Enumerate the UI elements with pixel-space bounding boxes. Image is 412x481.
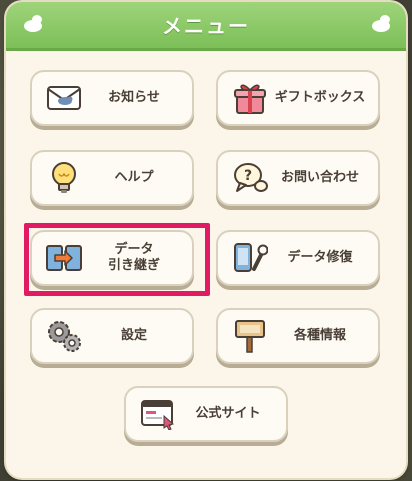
contact-button[interactable]: ? お問い合わせ bbox=[216, 150, 380, 206]
news-button[interactable]: お知らせ bbox=[30, 70, 194, 126]
info-label: 各種情報 bbox=[293, 328, 346, 343]
settings-button[interactable]: 設定 bbox=[30, 308, 194, 364]
giftbox-label: ギフトボックス bbox=[274, 90, 366, 105]
phone-wrench-icon bbox=[230, 238, 270, 278]
envelope-icon bbox=[44, 78, 84, 118]
help-label: ヘルプ bbox=[114, 170, 154, 185]
official-site-button[interactable]: 公式サイト bbox=[124, 386, 288, 442]
lightbulb-icon bbox=[44, 158, 84, 198]
news-label: お知らせ bbox=[108, 90, 160, 105]
menu-title: メニュー bbox=[162, 14, 250, 38]
data-repair-label: データ修復 bbox=[287, 250, 353, 265]
giftbox-button[interactable]: ギフトボックス bbox=[216, 70, 380, 126]
question-bubble-icon: ? bbox=[230, 158, 270, 198]
settings-label: 設定 bbox=[120, 328, 147, 343]
browser-window-icon bbox=[138, 394, 178, 434]
contact-label: お問い合わせ bbox=[280, 170, 359, 185]
data-repair-button[interactable]: データ修復 bbox=[216, 230, 380, 286]
info-button[interactable]: 各種情報 bbox=[216, 308, 380, 364]
help-button[interactable]: ヘルプ bbox=[30, 150, 194, 206]
gears-icon bbox=[44, 316, 84, 356]
signboard-icon bbox=[230, 316, 270, 356]
official-site-label: 公式サイト bbox=[195, 406, 261, 421]
menu-header: メニュー bbox=[6, 2, 406, 51]
data-transfer-highlight-box bbox=[24, 223, 210, 296]
svg-text:?: ? bbox=[244, 168, 252, 184]
gift-icon bbox=[230, 78, 270, 118]
